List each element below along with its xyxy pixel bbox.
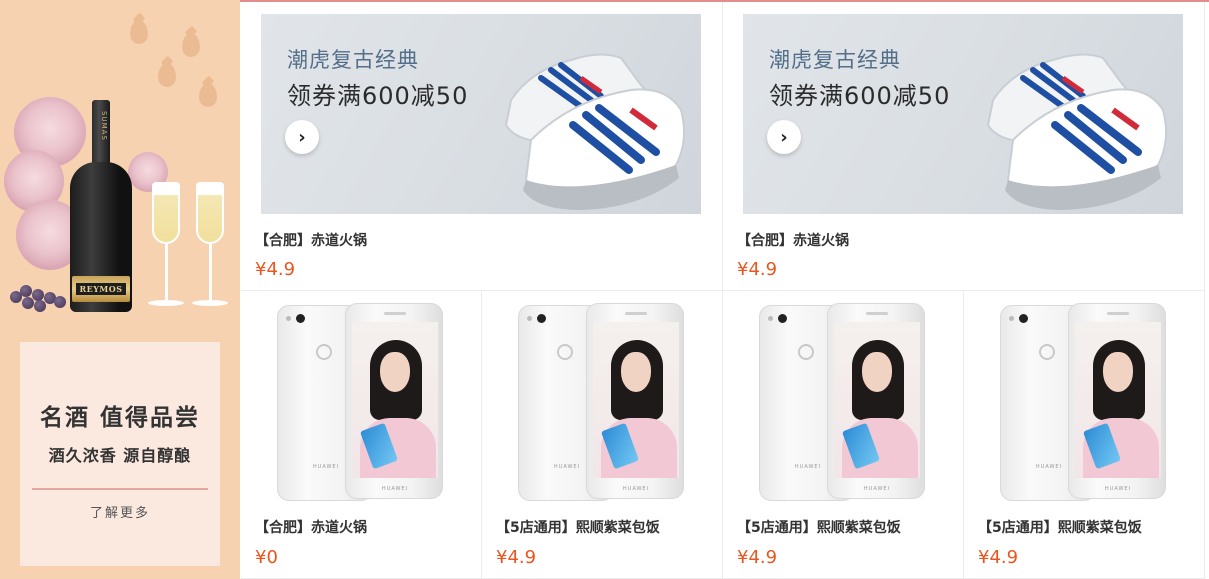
phone-image: HUAWEI HUAWEI <box>277 303 447 503</box>
product-name[interactable]: 【合肥】赤道火锅 <box>737 230 849 250</box>
droplet-icon <box>158 63 176 87</box>
promo-subtitle: 酒久浓香 源自醇酿 <box>48 446 192 465</box>
sneaker-image <box>986 53 1168 210</box>
phone-brand-text: HUAWEI <box>381 486 409 492</box>
wine-promo-banner[interactable]: SUMAS REYMOS 名酒 值得品尝 酒久浓香 源自醇酿 了解更多 <box>0 0 240 579</box>
product-price: ¥4.9 <box>737 259 778 280</box>
product-name[interactable]: 【5店通用】熙顺紫菜包饭 <box>737 517 901 537</box>
product-card[interactable]: 潮虎复古经典 领券满600减50 › 【合肥】赤道火锅 ¥4.9 <box>241 2 723 291</box>
banner-headline: 潮虎复古经典 <box>287 48 419 72</box>
product-name[interactable]: 【5店通用】熙顺紫菜包饭 <box>496 517 660 537</box>
bottle-brand-label: REYMOS <box>76 283 126 295</box>
phone-image: HUAWEI HUAWEI <box>759 303 929 503</box>
product-price: ¥4.9 <box>737 547 778 568</box>
phone-brand-text: HUAWEI <box>1104 486 1132 492</box>
chevron-right-icon[interactable]: › <box>285 120 319 154</box>
product-card[interactable]: HUAWEI HUAWEI 【5店通用】熙顺紫菜包饭 ¥4.9 <box>964 291 1205 579</box>
phone-image: HUAWEI HUAWEI <box>518 303 688 503</box>
product-name[interactable]: 【5店通用】熙顺紫菜包饭 <box>978 517 1142 537</box>
grapes-image <box>10 283 72 313</box>
product-price: ¥4.9 <box>978 547 1019 568</box>
promo-title: 名酒 值得品尝 <box>39 405 200 431</box>
bottle-neck-text: SUMAS <box>100 111 108 141</box>
shoe-promo-banner[interactable]: 潮虎复古经典 领券满600减50 › <box>743 14 1183 214</box>
product-name[interactable]: 【合肥】赤道火锅 <box>255 517 367 537</box>
product-name[interactable]: 【合肥】赤道火锅 <box>255 230 367 250</box>
chevron-right-icon[interactable]: › <box>767 120 801 154</box>
product-price: ¥4.9 <box>496 547 537 568</box>
banner-headline: 潮虎复古经典 <box>769 48 901 72</box>
wine-bottle-image: SUMAS REYMOS <box>70 100 132 312</box>
phone-brand-text: HUAWEI <box>863 486 891 492</box>
product-card[interactable]: 潮虎复古经典 领券满600减50 › 【合肥】赤道火锅 ¥4.9 <box>723 2 1205 291</box>
champagne-glass-image <box>146 182 186 312</box>
banner-coupon-text: 领券满600减50 <box>287 82 469 110</box>
promo-card: 名酒 值得品尝 酒久浓香 源自醇酿 了解更多 <box>20 342 220 566</box>
banner-coupon-text: 领券满600减50 <box>769 82 951 110</box>
learn-more-link[interactable]: 了解更多 <box>20 502 220 521</box>
champagne-glass-image <box>190 182 230 312</box>
product-price: ¥0 <box>255 547 278 568</box>
droplet-icon <box>182 33 200 57</box>
product-card[interactable]: HUAWEI HUAWEI 【合肥】赤道火锅 ¥0 <box>241 291 482 579</box>
product-card[interactable]: HUAWEI HUAWEI 【5店通用】熙顺紫菜包饭 ¥4.9 <box>482 291 723 579</box>
phone-image: HUAWEI HUAWEI <box>1000 303 1170 503</box>
shoe-promo-banner[interactable]: 潮虎复古经典 领券满600减50 › <box>261 14 701 214</box>
product-card[interactable]: HUAWEI HUAWEI 【5店通用】熙顺紫菜包饭 ¥4.9 <box>723 291 964 579</box>
product-price: ¥4.9 <box>255 259 296 280</box>
phone-brand-text: HUAWEI <box>622 486 650 492</box>
droplet-icon <box>130 20 148 44</box>
promo-divider <box>32 488 208 490</box>
sneaker-image <box>504 53 686 210</box>
droplet-icon <box>199 83 217 107</box>
